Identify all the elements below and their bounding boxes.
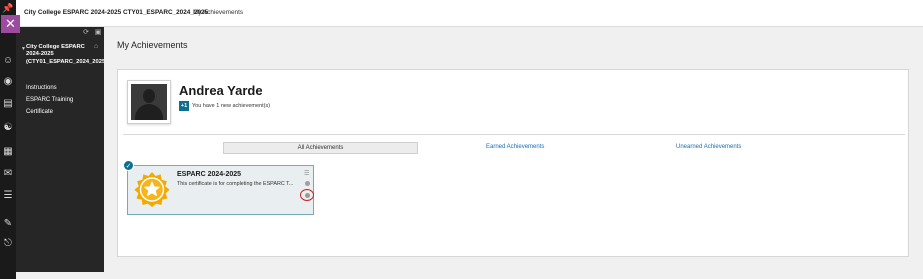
achievement-description: This certificate is for completing the E… [177, 181, 294, 187]
tools-icon[interactable]: ✎ [2, 218, 14, 230]
refresh-icon[interactable]: ⟳ [82, 29, 90, 37]
earned-check-icon: ✓ [123, 160, 134, 171]
course-title[interactable]: City College ESPARC 2024-2025 CTY01_ESPA… [24, 9, 208, 16]
main-content: My Achievements Andrea Yarde +1 You have… [104, 27, 923, 279]
page-title: My Achievements [117, 40, 188, 50]
achievement-title[interactable]: ESPARC 2024-2025 [177, 171, 241, 178]
user-name: Andrea Yarde [179, 83, 263, 98]
divider [123, 134, 905, 135]
pin-icon[interactable]: 📌 [2, 2, 14, 14]
tab-unearned-achievements[interactable]: Unearned Achievements [676, 144, 741, 150]
calendar-icon[interactable]: ▦ [2, 146, 14, 158]
breadcrumb: My Achievements [193, 9, 244, 16]
star-medal-icon [134, 172, 170, 207]
grades-icon[interactable]: ☰ [2, 190, 14, 202]
achievement-card[interactable]: ✓ ESPARC 2024-2025 This certificate is f… [123, 160, 314, 215]
global-nav-rail: 📌 ✕ ☺ ◉ ▤ ☯ ▦ ✉ ☰ ✎ ⎋ [0, 0, 20, 279]
tab-earned-achievements[interactable]: Earned Achievements [486, 144, 544, 150]
organizations-icon[interactable]: ☯ [2, 122, 14, 134]
collapse-icon[interactable]: ▣ [94, 29, 102, 37]
sidebar-course-name[interactable]: City College ESPARC 2024-2025 (CTY01_ESP… [26, 44, 107, 66]
sidebar-item-esparc-training[interactable]: ESPARC Training [26, 97, 73, 103]
courses-icon[interactable]: ▤ [2, 98, 14, 110]
new-achievement-badge: +1 [179, 101, 189, 111]
sidebar-item-certificate[interactable]: Certificate [26, 109, 53, 115]
home-icon[interactable]: ⌂ [94, 43, 98, 50]
top-bar: City College ESPARC 2024-2025 CTY01_ESPA… [16, 0, 923, 27]
close-nav-button[interactable]: ✕ [1, 15, 20, 33]
globe-icon[interactable]: ◉ [2, 76, 14, 88]
badge-icon[interactable] [305, 193, 310, 198]
tab-all-achievements[interactable]: All Achievements [223, 142, 418, 154]
sidebar-item-instructions[interactable]: Instructions [26, 85, 57, 91]
list-icon[interactable]: ☰ [304, 171, 309, 177]
user-icon[interactable]: ☺ [2, 55, 14, 67]
signout-icon[interactable]: ⎋ [2, 238, 14, 250]
avatar [127, 80, 171, 124]
info-icon[interactable] [305, 181, 310, 186]
course-sidebar: ⟳ ▣ ▼ City College ESPARC 2024-2025 (CTY… [16, 27, 107, 272]
achievements-panel: Andrea Yarde +1 You have 1 new achieveme… [117, 69, 909, 257]
avatar-image [131, 84, 167, 120]
messages-icon[interactable]: ✉ [2, 168, 14, 180]
new-achievement-text: You have 1 new achievement(s) [192, 103, 271, 109]
